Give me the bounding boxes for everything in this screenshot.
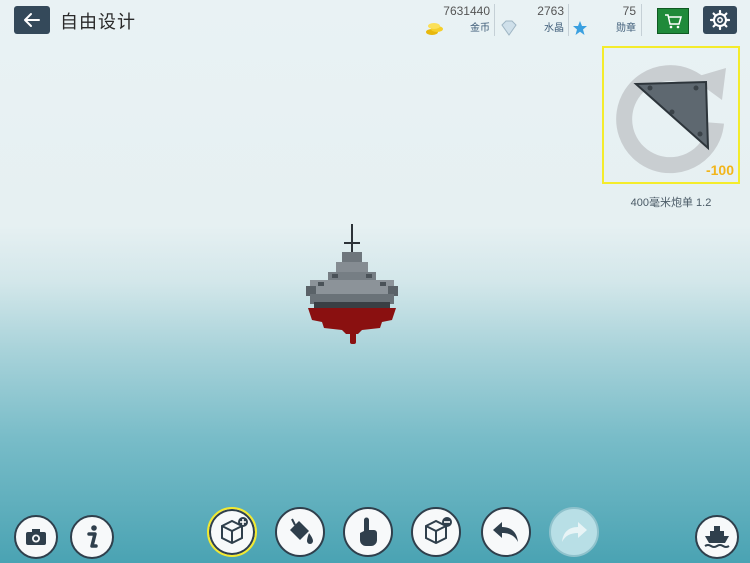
- part-name-label: 400毫米炮单 1.2: [630, 197, 712, 209]
- redo-button[interactable]: [549, 507, 599, 557]
- ship-view-button[interactable]: [695, 515, 739, 559]
- back-button[interactable]: [14, 6, 50, 34]
- star-icon: [573, 21, 587, 35]
- medal-value: 75: [622, 4, 636, 18]
- divider: [568, 4, 569, 36]
- info-button[interactable]: [70, 515, 114, 559]
- shop-cart-button[interactable]: [657, 8, 689, 34]
- crystal-value: 2763: [537, 4, 564, 18]
- divider: [494, 4, 495, 36]
- remove-block-icon: [425, 517, 452, 545]
- camera-icon: [26, 529, 46, 545]
- medal-counter: 75 勋章: [572, 4, 636, 38]
- gold-value: 7631440: [443, 4, 490, 18]
- gold-counter: 7631440 金币: [420, 4, 490, 38]
- page-title: 自由设计: [60, 12, 136, 32]
- hand-pointer-icon: [360, 517, 377, 546]
- redo-icon: [562, 522, 587, 542]
- armor-plate-part-icon: [633, 80, 710, 151]
- add-block-icon: [221, 517, 248, 545]
- paint-button[interactable]: [275, 507, 325, 557]
- undo-icon: [493, 522, 518, 542]
- remove-block-button[interactable]: [411, 507, 461, 557]
- gold-coins-icon: [426, 23, 443, 35]
- add-block-button[interactable]: [207, 507, 257, 557]
- ship-icon: [704, 526, 730, 548]
- crystal-icon: [501, 20, 517, 36]
- back-arrow-icon: [24, 13, 40, 27]
- settings-button[interactable]: [703, 6, 737, 34]
- crystal-counter: 2763 水晶: [498, 4, 564, 38]
- select-button[interactable]: [343, 507, 393, 557]
- part-count: -100: [705, 162, 734, 178]
- info-icon: [87, 525, 98, 548]
- undo-button[interactable]: [481, 507, 531, 557]
- shopping-cart-icon: [665, 14, 682, 29]
- battleship-model[interactable]: [296, 222, 408, 350]
- selected-part-panel[interactable]: -100: [602, 46, 740, 184]
- screenshot-button[interactable]: [14, 515, 58, 559]
- gear-icon: [710, 10, 730, 30]
- divider: [641, 4, 642, 36]
- paint-bucket-icon: [290, 518, 313, 544]
